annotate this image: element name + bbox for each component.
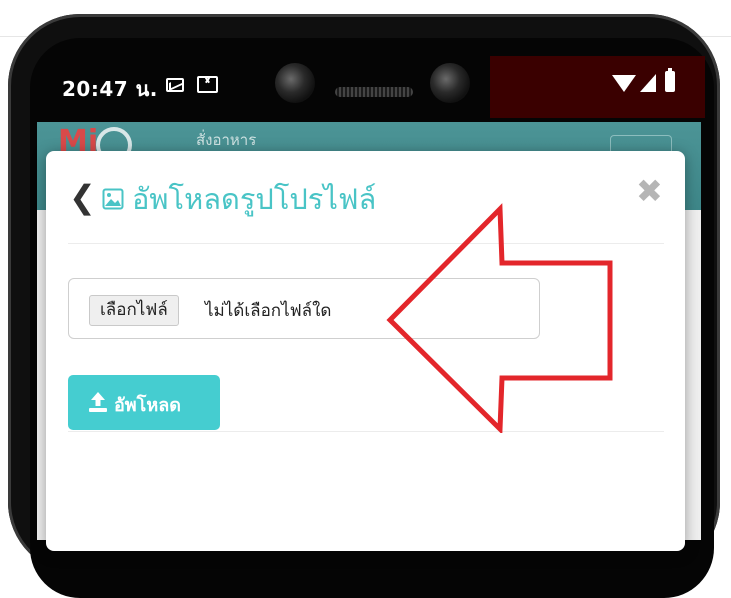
upload-button[interactable]: อัพโหลด	[68, 375, 220, 430]
signal-icon	[640, 74, 656, 92]
image-icon	[102, 188, 124, 210]
modal-header: ❮ อัพโหลดรูปโปรไฟล์ ✖	[46, 151, 685, 243]
front-camera-left	[275, 63, 315, 103]
battery-icon	[665, 68, 675, 92]
no-file-chosen-text: ไม่ได้เลือกไฟล์ใด	[205, 301, 332, 321]
chevron-left-icon[interactable]: ❮	[69, 181, 96, 213]
app-menu-text: สั่งอาหาร	[196, 131, 257, 149]
file-input[interactable]: เลือกไฟล์ ไม่ได้เลือกไฟล์ใด	[68, 278, 540, 339]
header-divider	[68, 243, 664, 244]
upload-icon	[89, 392, 107, 412]
close-icon[interactable]: ✖	[636, 175, 663, 207]
mail-icon	[166, 78, 184, 92]
front-camera-right	[430, 63, 470, 103]
wifi-icon	[612, 75, 636, 92]
status-time: 20:47 น.	[62, 77, 158, 101]
upload-button-label: อัพโหลด	[114, 395, 181, 416]
upload-profile-modal: ❮ อัพโหลดรูปโปรไฟล์ ✖ เลือกไฟล์ ไม่ได้เล…	[46, 151, 685, 551]
earpiece-speaker	[335, 87, 413, 97]
choose-file-button[interactable]: เลือกไฟล์	[89, 295, 179, 326]
footer-divider	[68, 431, 664, 432]
modal-title: อัพโหลดรูปโปรไฟล์	[132, 182, 377, 216]
gmail-icon	[197, 76, 218, 93]
